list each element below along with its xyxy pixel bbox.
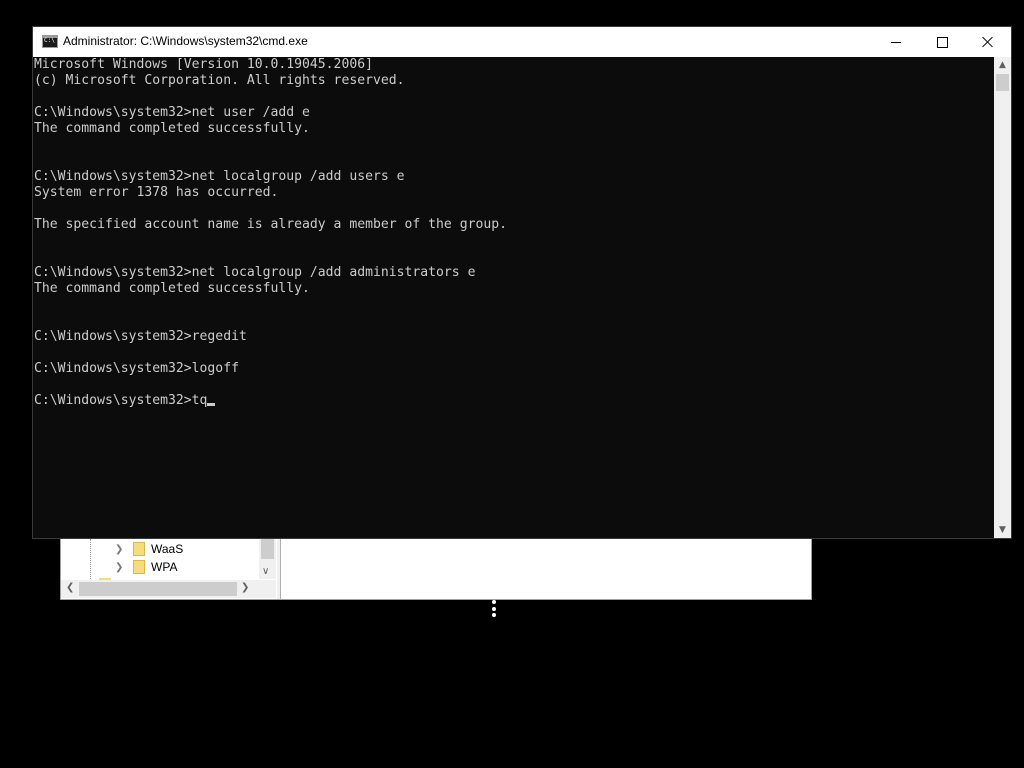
window-title: Administrator: C:\Windows\system32\cmd.e…: [63, 34, 308, 48]
console-line: C:\Windows\system32>net localgroup /add …: [34, 265, 994, 281]
console-line-text: The command completed successfully.: [34, 281, 310, 296]
console-line: C:\Windows\system32>net user /add e: [34, 105, 994, 121]
console-line-text: System error 1378 has occurred.: [34, 185, 279, 200]
text-cursor: [207, 403, 216, 406]
console-line: The specified account name is already a …: [34, 217, 994, 233]
console-line-text: C:\Windows\system32>net localgroup /add …: [34, 265, 476, 280]
console-line-text: The specified account name is already a …: [34, 217, 507, 232]
tree-horizontal-scrollbar[interactable]: ❮ ❯: [61, 580, 276, 598]
console-line: The command completed successfully.: [34, 121, 994, 137]
console-line: (c) Microsoft Corporation. All rights re…: [34, 73, 994, 89]
console-line-text: Microsoft Windows [Version 10.0.19045.20…: [34, 57, 373, 72]
console-line-text: The command completed successfully.: [34, 121, 310, 136]
tree-item-label: WPA: [151, 560, 178, 574]
maximize-icon: [936, 36, 948, 48]
console-line-text: C:\Windows\system32>net user /add e: [34, 105, 310, 120]
console-line: Microsoft Windows [Version 10.0.19045.20…: [34, 57, 994, 73]
scroll-down-icon[interactable]: ∨: [262, 566, 269, 577]
console-scrollbar[interactable]: ▲ ▼: [994, 57, 1011, 538]
console-line: System error 1378 has occurred.: [34, 185, 994, 201]
loading-dot: [492, 607, 496, 611]
folder-icon: [133, 542, 145, 556]
title-bar[interactable]: Administrator: C:\Windows\system32\cmd.e…: [33, 27, 1011, 57]
console-line-text: C:\Windows\system32>net localgroup /add …: [34, 169, 405, 184]
scroll-down-icon[interactable]: ▼: [994, 522, 1011, 538]
chevron-right-icon[interactable]: ❯: [115, 562, 125, 573]
loading-dots-icon: [491, 600, 497, 620]
tree-item-waas[interactable]: ❯ WaaS: [115, 540, 183, 558]
console-line-text: C:\Windows\system32>tq: [34, 393, 208, 408]
tree-item-label: WaaS: [151, 542, 184, 556]
console-line-text: (c) Microsoft Corporation. All rights re…: [34, 73, 405, 88]
console-output[interactable]: Microsoft Windows [Version 10.0.19045.20…: [34, 57, 994, 537]
cmd-app-icon[interactable]: [42, 35, 58, 48]
cmd-window[interactable]: Administrator: C:\Windows\system32\cmd.e…: [33, 27, 1011, 538]
loading-dot: [492, 600, 496, 604]
console-line: C:\Windows\system32>tq: [34, 393, 994, 409]
console-line: C:\Windows\system32>regedit: [34, 329, 994, 345]
tree-connector-line: [90, 539, 91, 579]
close-icon: [982, 36, 994, 48]
chevron-right-icon[interactable]: ❯: [115, 544, 125, 555]
scroll-right-icon[interactable]: ❯: [241, 582, 249, 593]
console-line-text: C:\Windows\system32>regedit: [34, 329, 247, 344]
folder-icon: [133, 560, 145, 574]
console-line: The command completed successfully.: [34, 281, 994, 297]
scroll-thumb[interactable]: [79, 582, 237, 596]
scroll-thumb[interactable]: [996, 74, 1009, 91]
loading-dot: [492, 613, 496, 617]
console-line: C:\Windows\system32>net localgroup /add …: [34, 169, 994, 185]
minimize-button[interactable]: [873, 27, 919, 57]
maximize-button[interactable]: [919, 27, 965, 57]
close-button[interactable]: [965, 27, 1011, 57]
scroll-left-icon[interactable]: ❮: [66, 582, 74, 593]
tree-item-wpa[interactable]: ❯ WPA: [115, 558, 177, 576]
minimize-icon: [891, 41, 901, 43]
console-line: C:\Windows\system32>logoff: [34, 361, 994, 377]
scroll-up-icon[interactable]: ▲: [994, 57, 1011, 73]
console-line-text: C:\Windows\system32>logoff: [34, 361, 239, 376]
